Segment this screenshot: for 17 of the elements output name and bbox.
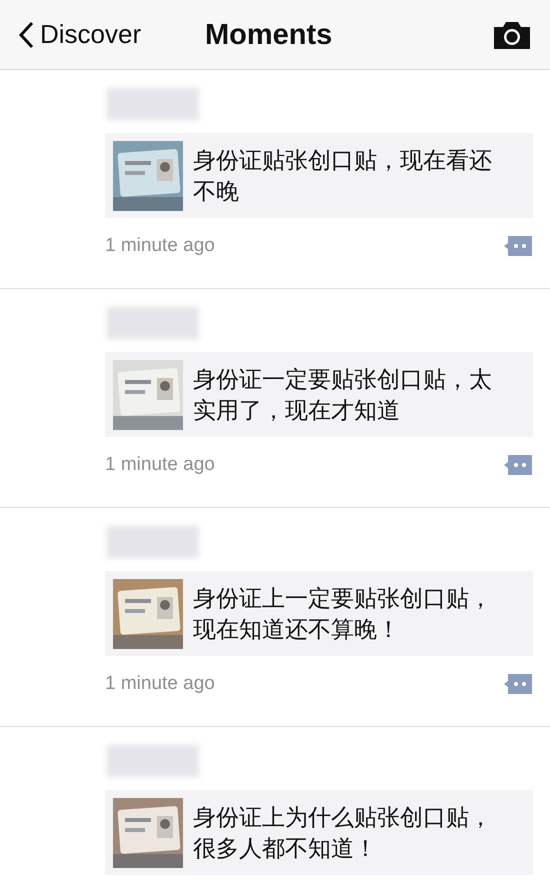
link-card[interactable]: 身份证上为什么贴张创口贴，很多人都不知道！ [105,790,533,875]
comment-icon[interactable] [503,235,533,257]
comment-icon[interactable] [503,454,533,476]
page-title: Moments [205,18,332,53]
link-card[interactable]: 身份证一定要贴张创口贴，太实用了，现在才知道 [105,352,533,437]
link-title: 身份证一定要贴张创口贴，太实用了，现在才知道 [193,364,493,424]
link-title: 身份证上为什么贴张创口贴，很多人都不知道！ [193,802,493,862]
chevron-left-icon [18,20,34,48]
link-title: 身份证上一定要贴张创口贴，现在知道还不算晚！ [193,584,493,644]
back-button[interactable]: Discover [18,15,142,54]
post-time: 1 minute ago [105,672,215,696]
comment-icon[interactable] [503,673,533,695]
link-card[interactable]: 身份证上一定要贴张创口贴，现在知道还不算晚！ [105,571,533,656]
post-time: 1 minute ago [105,452,215,477]
link-card[interactable]: 身份证贴张创口贴，现在看还不晚 [105,133,533,218]
post-time: 1 minute ago [105,234,215,258]
link-title: 身份证贴张创口贴，现在看还不晚 [193,146,493,206]
